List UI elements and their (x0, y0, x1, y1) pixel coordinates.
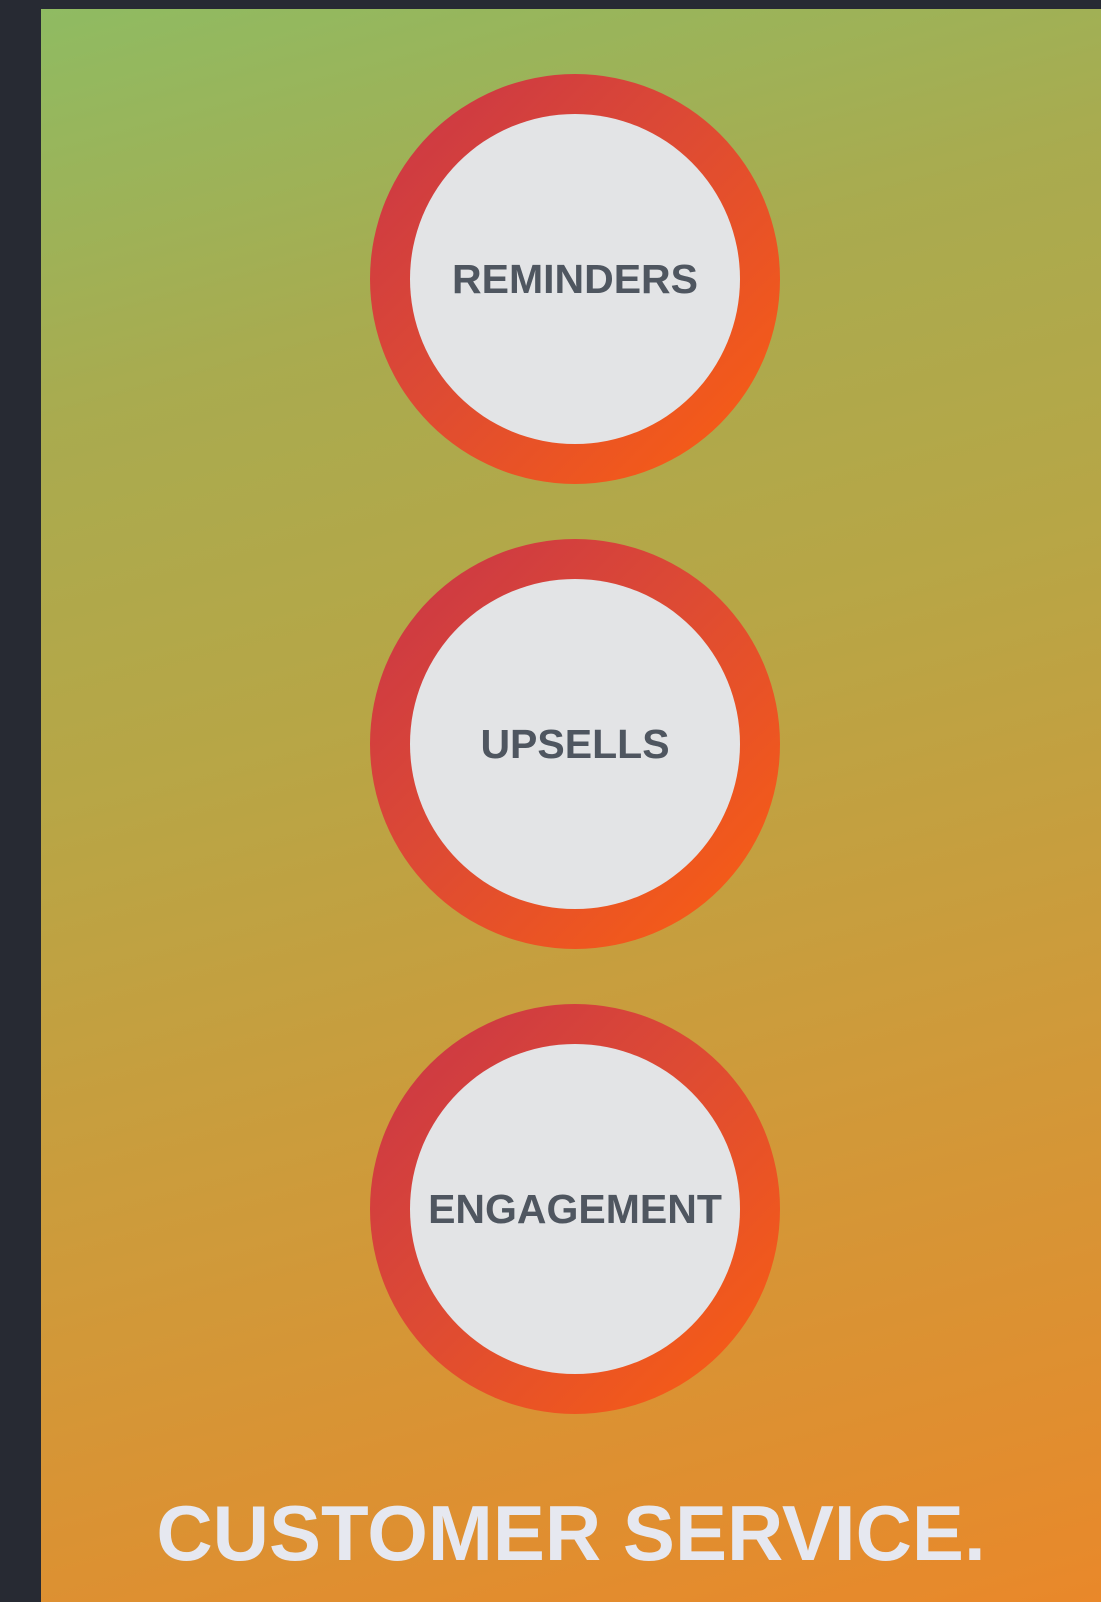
upsells-circle-inner: UPSELLS (410, 579, 740, 909)
upsells-circle: UPSELLS (370, 539, 780, 949)
section-title: CUSTOMER SERVICE. (156, 1489, 986, 1577)
reminders-circle: REMINDERS (370, 74, 780, 484)
engagement-label: ENGAGEMENT (428, 1185, 722, 1232)
engagement-circle-inner: ENGAGEMENT (410, 1044, 740, 1374)
reminders-circle-inner: REMINDERS (410, 114, 740, 444)
upsells-label: UPSELLS (480, 720, 670, 767)
slide-panel: REMINDERS UPSELLS ENGAGEMENT CUSTOMER SE… (41, 9, 1101, 1602)
reminders-label: REMINDERS (451, 255, 699, 302)
engagement-circle: ENGAGEMENT (370, 1004, 780, 1414)
